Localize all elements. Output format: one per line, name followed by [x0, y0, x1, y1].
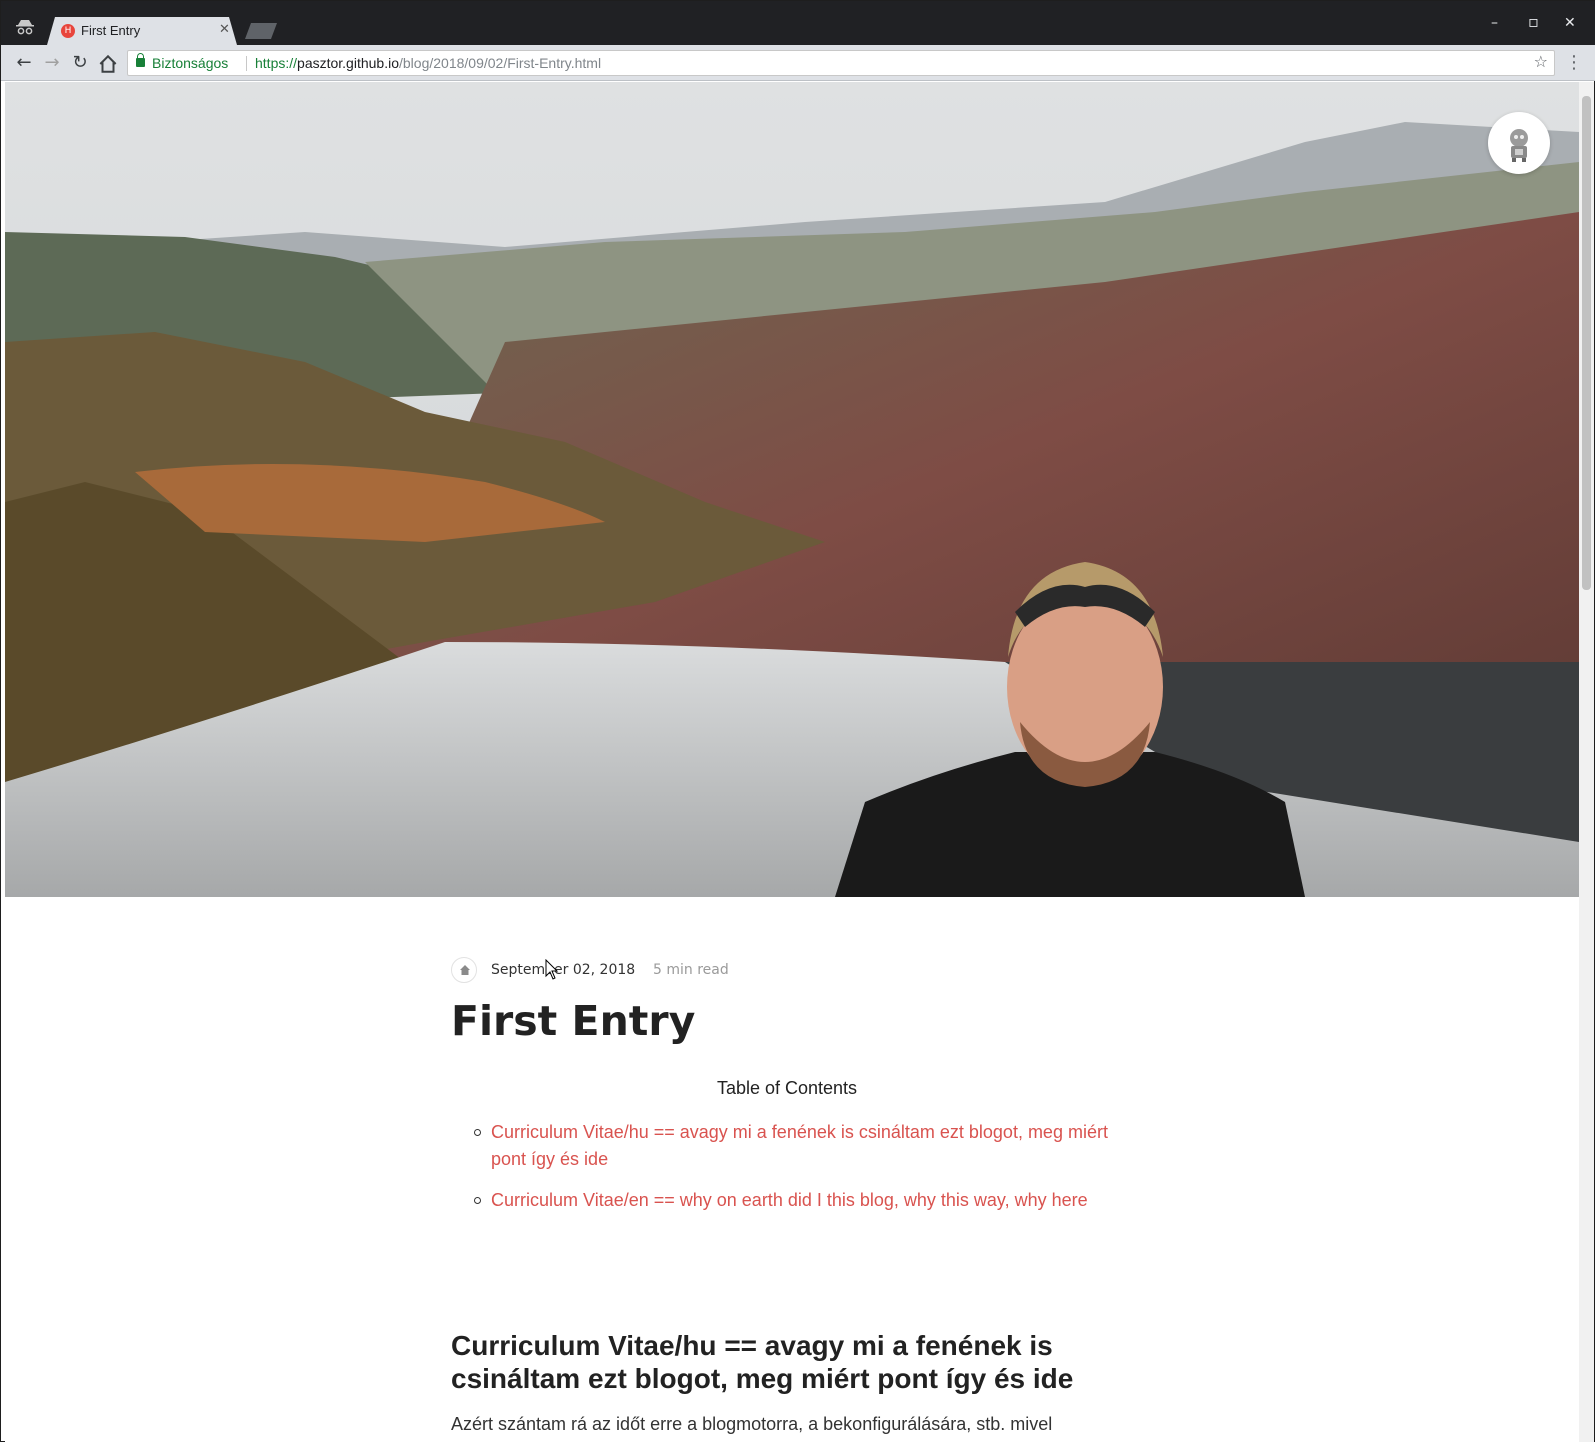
site-logo-avatar[interactable]	[1488, 112, 1550, 174]
post-title: First Entry	[451, 997, 696, 1045]
incognito-icon	[16, 20, 34, 35]
url-path: /blog/2018/09/02/First-Entry.html	[399, 55, 602, 71]
close-tab-icon[interactable]: ✕	[219, 22, 230, 37]
post-date: September 02, 2018	[491, 962, 636, 978]
url-text[interactable]: https://pasztor.github.io/blog/2018/09/0…	[255, 55, 601, 71]
kebab-menu-icon[interactable]: ⋮	[1565, 52, 1583, 73]
site-favicon: H	[61, 24, 75, 38]
page-viewport: September 02, 2018 5 min read First Entr…	[5, 82, 1579, 1442]
body-paragraph: Azért szántam rá az időt erre a blogmoto…	[451, 1414, 1053, 1434]
toc-item: Curriculum Vitae/en == why on earth did …	[451, 1187, 1131, 1214]
url-scheme: https://	[255, 55, 298, 71]
home-icon[interactable]	[97, 53, 119, 75]
tab-strip: H First Entry ✕ – ▫ ✕	[1, 1, 1595, 45]
page-scrollbar[interactable]	[1579, 82, 1594, 1442]
table-of-contents: Curriculum Vitae/hu == avagy mi a fenéne…	[451, 1119, 1131, 1228]
scrollbar-thumb[interactable]	[1582, 96, 1591, 590]
post-meta: September 02, 2018 5 min read	[451, 957, 851, 983]
tab-first-entry[interactable]: H First Entry ✕	[47, 17, 237, 45]
url-host: pasztor.github.io	[297, 55, 399, 71]
security-label: Biztonságos	[152, 55, 229, 71]
close-window-button[interactable]: ✕	[1564, 15, 1576, 31]
toc-heading: Table of Contents	[716, 1078, 858, 1098]
section-heading: Curriculum Vitae/hu == avagy mi a fenéne…	[451, 1330, 1074, 1394]
star-icon[interactable]: ☆	[1534, 52, 1548, 71]
reload-icon[interactable]: ↻	[69, 52, 91, 74]
address-bar[interactable]: Biztonságos https://pasztor.github.io/bl…	[127, 50, 1555, 76]
browser-toolbar: ← → ↻ Biztonságos https://pasztor.github…	[1, 45, 1595, 81]
arrow-back-icon[interactable]: ←	[13, 52, 35, 74]
new-tab-button[interactable]	[245, 23, 277, 39]
minimize-button[interactable]: –	[1491, 15, 1498, 31]
browser-window: H First Entry ✕ – ▫ ✕ ← → ↻ Biztonságos …	[0, 0, 1595, 1442]
tab-title: First Entry	[81, 23, 141, 38]
robot-mascot-icon	[1510, 129, 1528, 162]
maximize-button[interactable]: ▫	[1528, 12, 1539, 31]
toc-link-en[interactable]: Curriculum Vitae/en == why on earth did …	[491, 1190, 1088, 1210]
home-icon	[460, 965, 470, 975]
lock-icon	[136, 53, 145, 67]
read-time: 5 min read	[653, 962, 729, 978]
toc-item: Curriculum Vitae/hu == avagy mi a fenéne…	[451, 1119, 1131, 1173]
toc-link-hu[interactable]: Curriculum Vitae/hu == avagy mi a fenéne…	[491, 1122, 1108, 1169]
home-link-button[interactable]	[451, 957, 477, 983]
separator	[246, 56, 247, 71]
mouse-cursor-icon	[545, 959, 559, 980]
hero-image	[5, 82, 1579, 897]
arrow-forward-icon[interactable]: →	[41, 52, 63, 74]
